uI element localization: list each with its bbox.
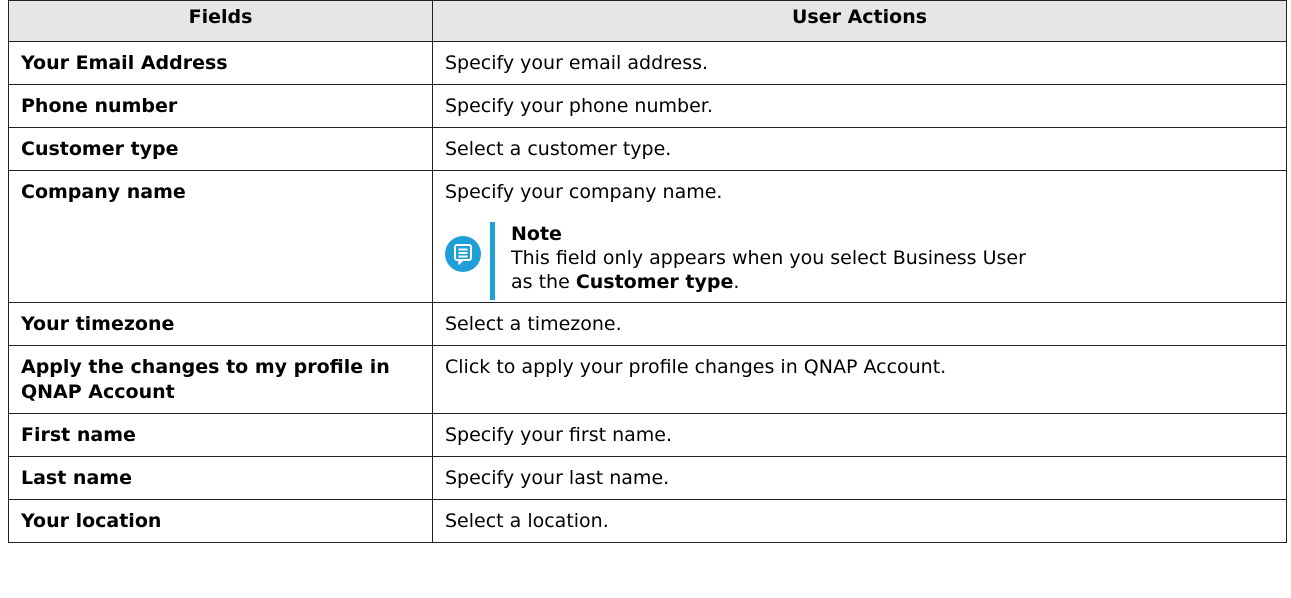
table-row: Customer type Select a customer type.: [8, 127, 1287, 171]
user-action: Specify your company name.: [445, 181, 723, 203]
note-text-line1: This field only appears when you select …: [511, 247, 1026, 269]
note-title: Note: [511, 223, 562, 245]
field-name: Your location: [8, 499, 433, 543]
field-name: First name: [8, 413, 433, 457]
note-text-prefix: as the: [511, 271, 576, 293]
table-row: Your Email Address Specify your email ad…: [8, 41, 1287, 85]
field-name: Company name: [8, 170, 433, 303]
table-row: Apply the changes to my profile in QNAP …: [8, 345, 1287, 414]
table-header-row: Fields User Actions: [8, 0, 1287, 42]
note-text-bold: Customer type: [575, 271, 734, 293]
field-name: Phone number: [8, 84, 433, 128]
table-row: Your location Select a location.: [8, 499, 1287, 543]
table-row: First name Specify your first name.: [8, 413, 1287, 457]
user-action: Specify your first name.: [432, 413, 1287, 457]
table-row: Company name Specify your company name.: [8, 170, 1287, 303]
field-name: Apply the changes to my profile in QNAP …: [8, 345, 433, 414]
note-text-line2: as the Customer type.: [511, 270, 1274, 294]
user-action: Specify your last name.: [432, 456, 1287, 500]
note-body: Note This field only appears when you se…: [493, 222, 1274, 294]
field-name: Your timezone: [8, 302, 433, 346]
user-action: Specify your phone number.: [432, 84, 1287, 128]
table-row: Phone number Specify your phone number.: [8, 84, 1287, 128]
header-user-actions: User Actions: [432, 0, 1287, 42]
note-callout: Note This field only appears when you se…: [445, 222, 1274, 300]
note-text-suffix: .: [733, 271, 740, 293]
field-name: Customer type: [8, 127, 433, 171]
user-action: Select a location.: [432, 499, 1287, 543]
field-name: Your Email Address: [8, 41, 433, 85]
fields-table: Fields User Actions Your Email Address S…: [8, 0, 1287, 543]
user-action: Select a timezone.: [432, 302, 1287, 346]
table-row: Your timezone Select a timezone.: [8, 302, 1287, 346]
table-row: Last name Specify your last name.: [8, 456, 1287, 500]
note-icon: [445, 236, 481, 272]
user-action: Click to apply your profile changes in Q…: [432, 345, 1287, 414]
field-name: Last name: [8, 456, 433, 500]
note-accent-bar: [490, 222, 495, 300]
user-action-cell: Specify your company name. Note This fie…: [432, 170, 1287, 303]
header-fields: Fields: [8, 0, 433, 42]
user-action: Select a customer type.: [432, 127, 1287, 171]
user-action: Specify your email address.: [432, 41, 1287, 85]
